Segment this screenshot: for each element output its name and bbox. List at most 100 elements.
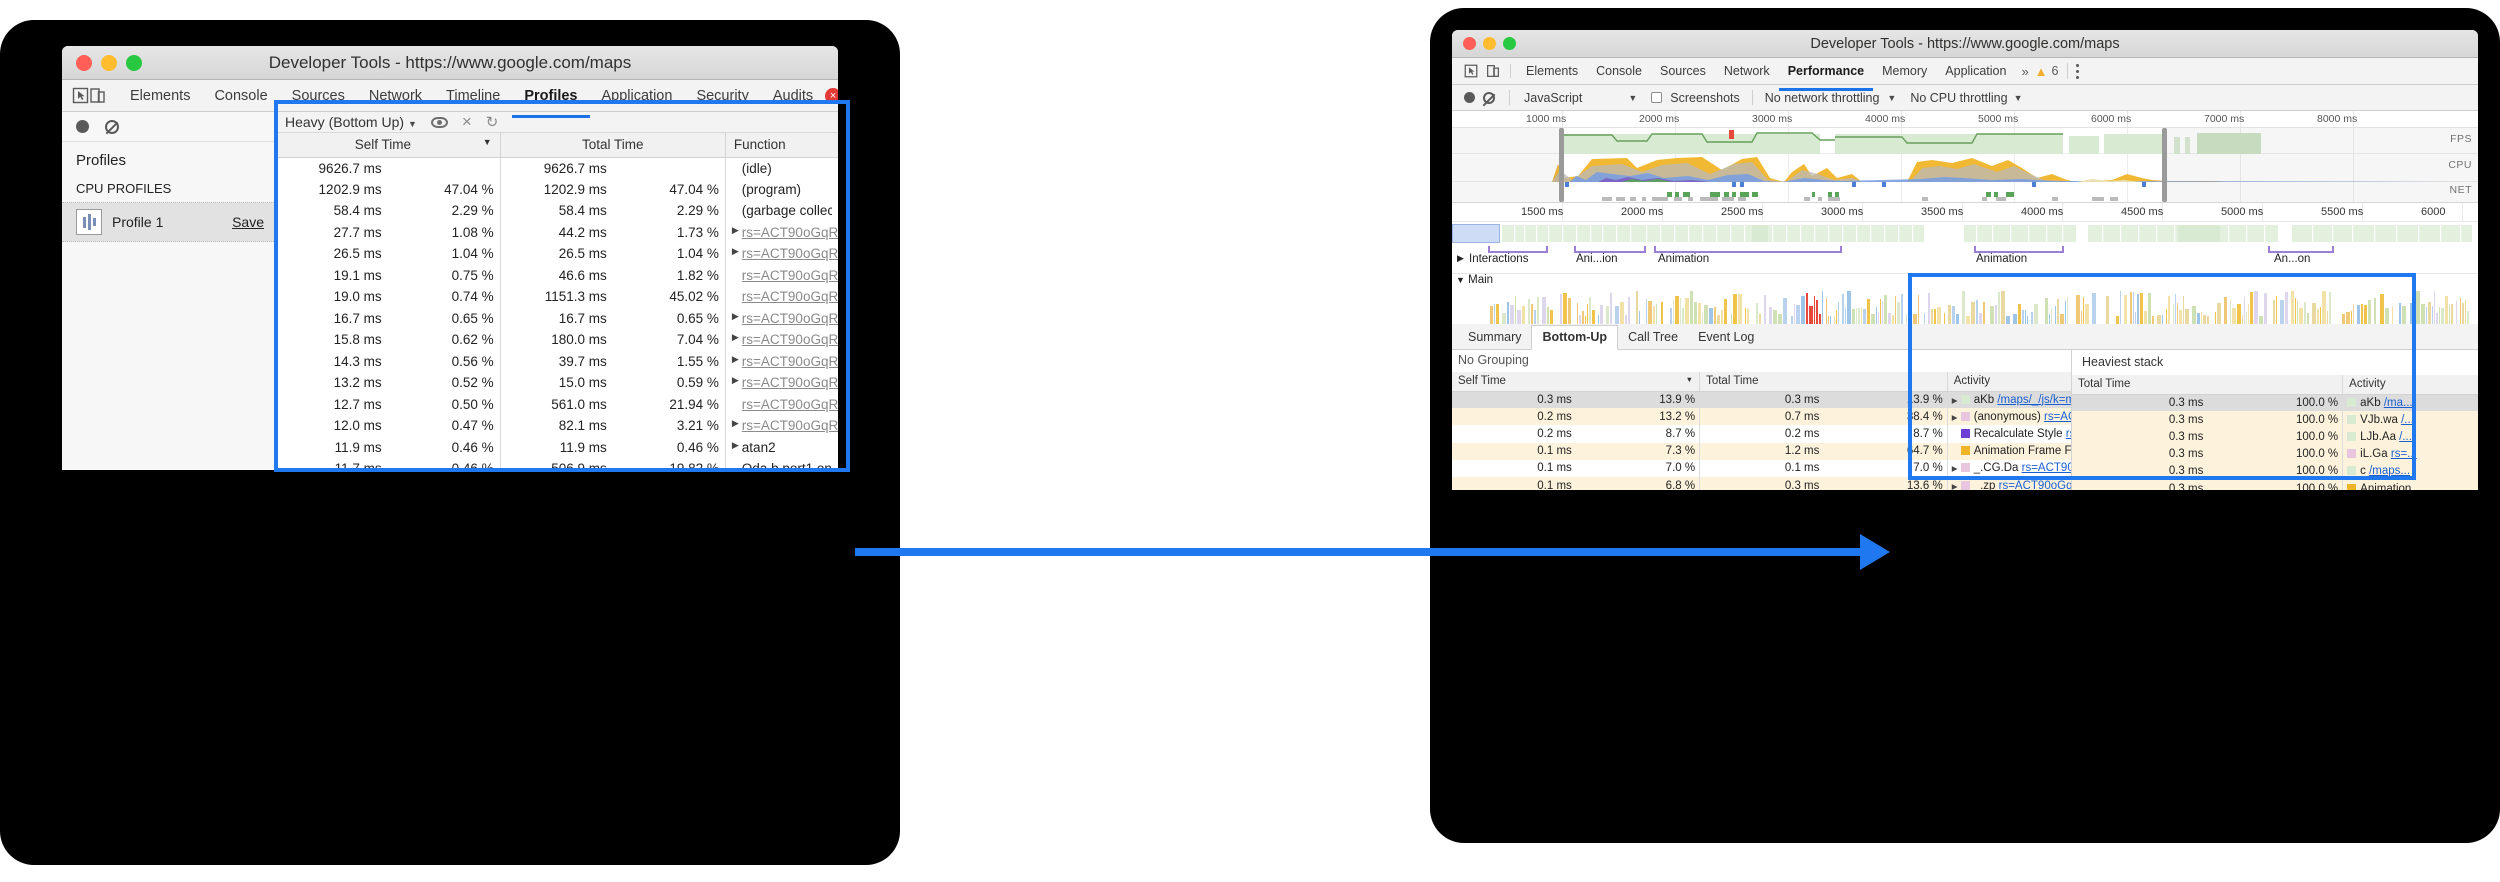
- table-row[interactable]: 58.4 ms2.29 %58.4 ms2.29 %▶(garbage coll…: [275, 200, 838, 222]
- network-throttling-select[interactable]: No network throttling ▼: [1765, 91, 1897, 105]
- tab-network[interactable]: Network: [1715, 58, 1779, 85]
- table-row[interactable]: 0.2 ms13.2 %0.7 ms38.4 %▶(anonymous) rs=…: [1452, 408, 2071, 425]
- table-row[interactable]: 12.7 ms0.50 %561.0 ms21.94 %▶Kars=ACT90o…: [275, 394, 838, 416]
- tab-network[interactable]: Network: [357, 80, 434, 112]
- device-toolbar-icon[interactable]: [89, 80, 106, 112]
- interaction-bar-0[interactable]: [1488, 246, 1548, 253]
- interaction-bar-1[interactable]: [1574, 246, 1646, 253]
- source-link[interactable]: /...: [2399, 431, 2412, 443]
- expand-arrow-icon[interactable]: ▶: [732, 332, 739, 347]
- main-expander-icon[interactable]: ▼: [1456, 275, 1465, 285]
- expand-arrow-icon[interactable]: ▶: [1952, 413, 1961, 422]
- view-mode-select[interactable]: Heavy (Bottom Up) ▼: [285, 114, 417, 130]
- tab-elements[interactable]: Elements: [118, 80, 202, 112]
- source-link[interactable]: rs=ACT90oGqRZGGxuWo...: [2022, 462, 2071, 474]
- grouping-select[interactable]: No Grouping: [1452, 350, 2071, 372]
- source-link[interactable]: rs=ACT90oGqRZ...: [2066, 428, 2071, 440]
- table-row[interactable]: 11.7 ms0.46 %506.9 ms19.82 %▶Oda.b.port1…: [275, 458, 838, 470]
- source-link[interactable]: rs=...: [2391, 448, 2417, 460]
- tab-console[interactable]: Console: [202, 80, 279, 112]
- interaction-bar-4[interactable]: [2268, 246, 2334, 253]
- record-icon[interactable]: [1464, 92, 1475, 103]
- table-row[interactable]: 0.1 ms6.8 %0.3 ms13.6 %▶_.zp rs=ACT90oGq…: [1452, 477, 2071, 490]
- expand-arrow-icon[interactable]: ▶: [732, 311, 739, 326]
- source-link[interactable]: rs=ACT90oGqRZGG...KUIgM95Hw:1661: [742, 246, 838, 261]
- source-link[interactable]: /maps/_/js/k=maps.m.en.yeALR..: [1997, 394, 2071, 406]
- clear-icon[interactable]: [1483, 92, 1495, 104]
- inspect-element-icon[interactable]: [72, 80, 89, 112]
- table-row[interactable]: 12.0 ms0.47 %82.1 ms3.21 %▶_.rYe.Rrs=ACT…: [275, 415, 838, 437]
- column-activity[interactable]: Activity: [1947, 372, 2071, 391]
- table-row[interactable]: 13.2 ms0.52 %15.0 ms0.59 %▶_.gK.indexrs=…: [275, 372, 838, 394]
- overview-handle-left[interactable]: [1559, 128, 1564, 202]
- frames-track[interactable]: [1452, 222, 2478, 244]
- expand-arrow-icon[interactable]: ▶: [732, 440, 739, 455]
- table-row[interactable]: 1202.9 ms47.04 %1202.9 ms47.04 %▶(progra…: [275, 179, 838, 201]
- warning-badge[interactable]: ▲ 6: [2035, 64, 2059, 79]
- tab-event-log[interactable]: Event Log: [1688, 326, 1764, 349]
- table-row[interactable]: 11.9 ms0.46 %11.9 ms0.46 %▶atan2: [275, 437, 838, 459]
- expand-arrow-icon[interactable]: ▶: [732, 225, 739, 240]
- table-row[interactable]: 15.8 ms0.62 %180.0 ms7.04 %▶F1e.Rrs=ACT9…: [275, 329, 838, 351]
- source-link[interactable]: rs=ACT90oGqRZGG...VKUIgM95Hw:126: [742, 268, 838, 283]
- source-link[interactable]: rs=ACT90oGqRZGGxuWo-z8B..: [1999, 480, 2071, 490]
- table-row[interactable]: 9626.7 ms9626.7 ms▶(idle): [275, 157, 838, 179]
- tab-timeline[interactable]: Timeline: [434, 80, 512, 112]
- table-row[interactable]: 16.7 ms0.65 %16.7 ms0.65 %▶_.H.ogrs=ACT9…: [275, 308, 838, 330]
- zoom-window-button[interactable]: [1503, 37, 1516, 50]
- minimize-window-button[interactable]: [1483, 37, 1496, 50]
- expand-arrow-icon[interactable]: ▶: [1952, 482, 1961, 490]
- minimize-window-button[interactable]: [101, 55, 117, 71]
- close-icon[interactable]: ×: [462, 112, 472, 132]
- source-link[interactable]: rs=ACT90oGqRZGG...VKUIgM95Hw:381: [742, 375, 838, 390]
- tab-performance[interactable]: Performance: [1779, 58, 1873, 85]
- table-row[interactable]: 27.7 ms1.08 %44.2 ms1.73 %▶t9rs=ACT90oGq…: [275, 222, 838, 244]
- table-row[interactable]: 14.3 ms0.56 %39.7 ms1.55 %▶drs=ACT90oGqR…: [275, 351, 838, 373]
- record-icon[interactable]: [76, 120, 89, 133]
- source-link[interactable]: rs=ACT90oGqRZGG...VKUIgM95Hw:713: [742, 225, 838, 240]
- source-link[interactable]: /...: [2401, 414, 2414, 426]
- tab-elements[interactable]: Elements: [1517, 58, 1587, 85]
- profile-list-item[interactable]: Profile 1 Save: [62, 202, 274, 242]
- table-row[interactable]: 0.3 ms100.0 %Animation: [2072, 480, 2478, 490]
- expand-arrow-icon[interactable]: ▶: [732, 418, 739, 433]
- table-row[interactable]: 0.3 ms100.0 %iL.Ga rs=...: [2072, 446, 2478, 463]
- tab-audits[interactable]: Audits: [761, 80, 825, 112]
- inspect-element-icon[interactable]: [1460, 58, 1482, 85]
- profile-type-select[interactable]: JavaScript ▼: [1524, 91, 1637, 105]
- tab-console[interactable]: Console: [1587, 58, 1651, 85]
- column-function[interactable]: Function: [725, 133, 838, 157]
- expand-arrow-icon[interactable]: ▶: [1952, 464, 1961, 473]
- tab-bottom-up[interactable]: Bottom-Up: [1531, 325, 1618, 350]
- table-row[interactable]: 0.3 ms100.0 %VJb.wa /...: [2072, 411, 2478, 428]
- interactions-expander-icon[interactable]: ▶: [1457, 253, 1464, 264]
- right-traffic-lights[interactable]: [1463, 37, 1516, 50]
- table-row[interactable]: 0.2 ms8.7 %0.2 ms8.7 %▶Recalculate Style…: [1452, 425, 2071, 442]
- interaction-bar-3[interactable]: [1974, 246, 2064, 253]
- cpu-throttling-select[interactable]: No CPU throttling ▼: [1910, 91, 2022, 105]
- table-row[interactable]: 26.5 ms1.04 %26.5 ms1.04 %▶fwbrs=ACT90oG…: [275, 243, 838, 265]
- column-total-time[interactable]: Total Time: [1700, 372, 1948, 391]
- table-row[interactable]: 0.1 ms7.0 %0.1 ms7.0 %▶_.CG.Da rs=ACT90o…: [1452, 460, 2071, 477]
- tab-application[interactable]: Application: [590, 80, 685, 112]
- main-flame-chart[interactable]: [1452, 290, 2478, 324]
- expand-arrow-icon[interactable]: ▶: [732, 246, 739, 261]
- zoom-window-button[interactable]: [126, 55, 142, 71]
- table-row[interactable]: 0.3 ms100.0 %aKb /ma...: [2072, 394, 2478, 411]
- table-row[interactable]: 0.3 ms100.0 %LJb.Aa /...: [2072, 428, 2478, 445]
- source-link[interactable]: rs=ACT90oGqRZGG...KUIgM95Hw:1929: [742, 289, 838, 304]
- source-link[interactable]: rs=ACT90oGqRZGGx..: [2044, 411, 2071, 423]
- clear-icon[interactable]: [105, 120, 119, 134]
- screenshots-checkbox[interactable]: [1651, 92, 1662, 103]
- chevron-double-right-icon[interactable]: »: [2021, 64, 2028, 79]
- tab-memory[interactable]: Memory: [1873, 58, 1936, 85]
- eye-icon[interactable]: [431, 117, 448, 128]
- column-total-time[interactable]: Total Time: [2072, 375, 2343, 394]
- tab-sources[interactable]: Sources: [1651, 58, 1715, 85]
- interaction-bar-2[interactable]: [1654, 246, 1842, 253]
- close-window-button[interactable]: [1463, 37, 1476, 50]
- source-link[interactable]: rs=ACT90oGqRZGG...VKUIgM95Hw:389: [742, 354, 838, 369]
- tab-application[interactable]: Application: [1936, 58, 2015, 85]
- screenshots-label[interactable]: Screenshots: [1670, 91, 1739, 105]
- source-link[interactable]: rs=ACT90oGqRZGG...VKUIgM95Hw:593: [742, 418, 838, 433]
